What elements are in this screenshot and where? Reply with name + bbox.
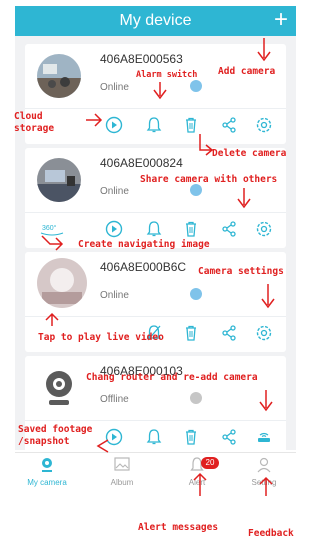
annotation-change-router: Chang router and re-add camera: [86, 372, 258, 383]
annotation-alarm-switch: Alarm switch: [136, 70, 198, 80]
annotation-share-camera: Share camera with others: [140, 174, 278, 185]
annotation-alert-messages: Alert messages: [138, 522, 219, 533]
annotation-tap-to-play: Tap to play live video: [38, 332, 164, 343]
phone-screen: My device + 406A8E000563 Online 406A8E00…: [0, 0, 307, 547]
annotation-add-camera: Add camera: [218, 66, 276, 77]
annotation-cloud-storage: Cloud storage: [14, 111, 55, 134]
annotation-saved-footage: Saved footage /snapshot: [18, 424, 93, 447]
annotation-create-navigating-image: Create navigating image: [78, 239, 210, 250]
annotation-camera-settings: Camera settings: [198, 266, 284, 277]
annotation-feedback: Feedback: [248, 528, 294, 539]
annotation-delete-camera: Delete camera: [212, 148, 287, 159]
